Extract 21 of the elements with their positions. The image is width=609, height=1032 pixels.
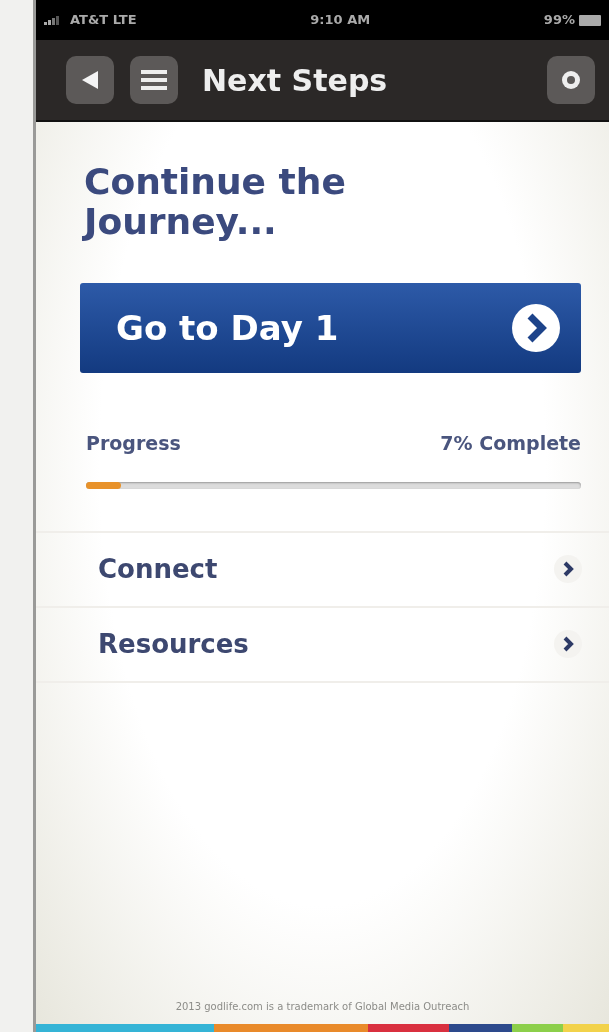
signal-icon: [44, 15, 62, 25]
settings-button[interactable]: [547, 56, 595, 104]
menu-button[interactable]: [130, 56, 178, 104]
battery-icon: [579, 14, 601, 26]
carrier-text: AT&T LTE: [70, 11, 137, 30]
back-button[interactable]: [66, 56, 114, 104]
menu-item[interactable]: Connect: [36, 530, 609, 606]
menu-item[interactable]: Resources: [36, 605, 609, 681]
progress-label: Progress: [86, 431, 181, 457]
menu-icon: [141, 69, 167, 91]
chevron-right-icon: [511, 303, 561, 354]
battery-text: 99%: [543, 11, 575, 30]
screen-title: Next Steps: [202, 61, 389, 100]
chevron-right-icon: [553, 554, 583, 585]
progress-reading: 7% Complete: [440, 431, 581, 457]
settings-icon: [559, 68, 583, 92]
footer-text: 2013 godlife.com is a trademark of Global Media Outreach: [174, 1000, 471, 1014]
chevron-right-icon: [553, 629, 583, 660]
go-to-day-button[interactable]: Go to Day 1: [80, 283, 581, 374]
clock-text: 9:10 AM: [310, 11, 371, 30]
page-heading: Continue the Journey...: [84, 162, 347, 242]
